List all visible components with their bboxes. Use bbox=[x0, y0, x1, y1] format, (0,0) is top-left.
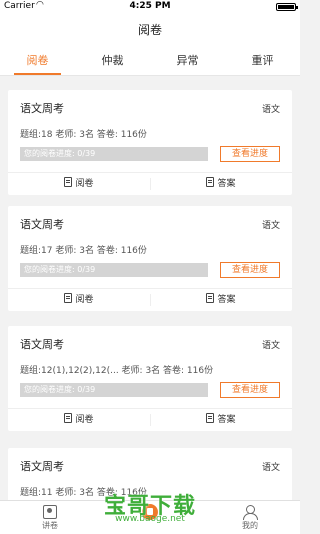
lecture-icon bbox=[43, 505, 57, 519]
tab-bar: 阅卷 仲裁 异常 重评 bbox=[0, 46, 300, 76]
tab-grading[interactable]: 阅卷 bbox=[0, 46, 75, 75]
exam-card: 语文周考 语文 题组:11 老师: 3名 答卷: 116份 bbox=[8, 448, 292, 500]
status-bar: Carrier ◠ 4:25 PM bbox=[0, 0, 300, 14]
edit-doc-icon bbox=[64, 413, 73, 423]
grade-button-label: 阅卷 bbox=[75, 415, 94, 425]
grading-progress: 您的阅卷进度: 0/39 bbox=[20, 147, 208, 161]
answer-button-label: 答案 bbox=[217, 179, 236, 189]
card-actions: 阅卷 答案 bbox=[8, 409, 292, 431]
answer-doc-icon bbox=[206, 177, 215, 187]
exam-subject: 语文 bbox=[261, 221, 280, 231]
answer-doc-icon bbox=[206, 413, 215, 423]
grade-button[interactable]: 阅卷 bbox=[8, 173, 150, 195]
bottom-tab-mine[interactable]: 我的 bbox=[200, 501, 300, 534]
person-icon bbox=[243, 504, 258, 520]
bottom-tab-bar: 讲卷 我的 bbox=[0, 500, 300, 534]
answer-button[interactable]: 答案 bbox=[150, 173, 292, 195]
tab-arbitration[interactable]: 仲裁 bbox=[75, 46, 150, 75]
center-icon bbox=[142, 504, 158, 520]
exam-title: 语文周考 bbox=[20, 218, 64, 231]
edit-doc-icon bbox=[64, 177, 73, 187]
grading-progress: 您的阅卷进度: 0/39 bbox=[20, 383, 208, 397]
card-actions: 阅卷 答案 bbox=[8, 289, 292, 311]
exam-card: 语文周考 语文 题组:18 老师: 3名 答卷: 116份 您的阅卷进度: 0/… bbox=[8, 90, 292, 195]
exam-subject: 语文 bbox=[261, 463, 280, 473]
exam-meta: 题组:11 老师: 3名 答卷: 116份 bbox=[20, 488, 147, 498]
answer-button[interactable]: 答案 bbox=[150, 289, 292, 311]
exam-subject: 语文 bbox=[261, 341, 280, 351]
grade-button[interactable]: 阅卷 bbox=[8, 289, 150, 311]
exam-title: 语文周考 bbox=[20, 102, 64, 115]
bottom-tab-lecture-label: 讲卷 bbox=[42, 521, 58, 530]
bottom-tab-mine-label: 我的 bbox=[242, 521, 258, 530]
bottom-tab-lecture[interactable]: 讲卷 bbox=[0, 501, 100, 534]
exam-title: 语文周考 bbox=[20, 460, 64, 473]
bottom-tab-center[interactable] bbox=[100, 501, 200, 534]
grade-button-label: 阅卷 bbox=[75, 179, 94, 189]
exam-card: 语文周考 语文 题组:12(1),12(2),12(... 老师: 3名 答卷:… bbox=[8, 326, 292, 431]
exam-meta: 题组:18 老师: 3名 答卷: 116份 bbox=[20, 130, 147, 140]
exam-list: 语文周考 语文 题组:18 老师: 3名 答卷: 116份 您的阅卷进度: 0/… bbox=[0, 76, 300, 500]
grade-button-label: 阅卷 bbox=[75, 295, 94, 305]
tab-regrade[interactable]: 重评 bbox=[225, 46, 300, 75]
answer-button[interactable]: 答案 bbox=[150, 409, 292, 431]
answer-doc-icon bbox=[206, 293, 215, 303]
tab-exception[interactable]: 异常 bbox=[150, 46, 225, 75]
exam-meta: 题组:17 老师: 3名 答卷: 116份 bbox=[20, 246, 147, 256]
exam-subject: 语文 bbox=[261, 105, 280, 115]
edit-doc-icon bbox=[64, 293, 73, 303]
view-progress-button[interactable]: 查看进度 bbox=[220, 146, 280, 162]
card-actions: 阅卷 答案 bbox=[8, 173, 292, 195]
answer-button-label: 答案 bbox=[217, 415, 236, 425]
view-progress-button[interactable]: 查看进度 bbox=[220, 382, 280, 398]
exam-title: 语文周考 bbox=[20, 338, 64, 351]
status-time: 4:25 PM bbox=[129, 1, 171, 11]
grade-button[interactable]: 阅卷 bbox=[8, 409, 150, 431]
exam-card: 语文周考 语文 题组:17 老师: 3名 答卷: 116份 您的阅卷进度: 0/… bbox=[8, 206, 292, 311]
grading-progress: 您的阅卷进度: 0/39 bbox=[20, 263, 208, 277]
battery-icon bbox=[276, 3, 298, 11]
answer-button-label: 答案 bbox=[217, 295, 236, 305]
view-progress-button[interactable]: 查看进度 bbox=[220, 262, 280, 278]
page-title: 阅卷 bbox=[0, 14, 300, 46]
exam-meta: 题组:12(1),12(2),12(... 老师: 3名 答卷: 116份 bbox=[20, 366, 214, 376]
